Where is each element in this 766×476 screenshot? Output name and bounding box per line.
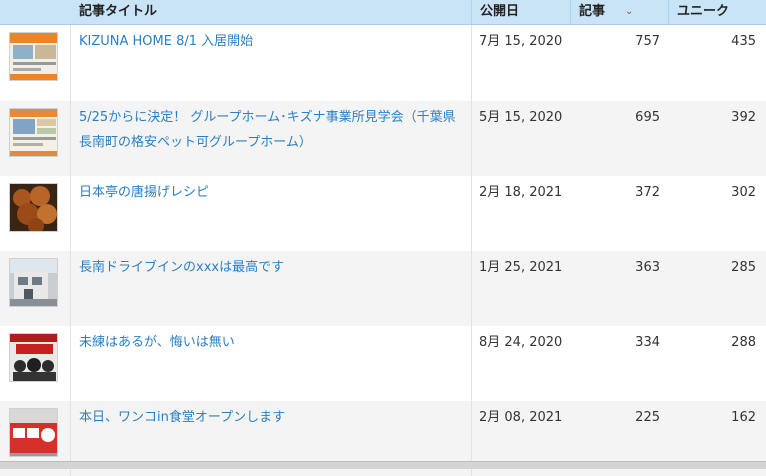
unique-count: 285: [731, 260, 756, 275]
column-header-unique-label: ユニーク: [677, 4, 730, 19]
table-row: KIZUNA HOME 8/1 入居開始 7月 15, 2020 757 435: [0, 25, 766, 101]
publish-date: 8月 24, 2020: [479, 335, 563, 350]
column-header-title[interactable]: 記事タイトル: [79, 0, 157, 24]
article-thumbnail[interactable]: [9, 108, 58, 157]
article-title-link[interactable]: 本日、ワンコin食堂オープンします: [79, 405, 463, 430]
view-count: 225: [635, 410, 660, 425]
unique-count: 162: [731, 410, 756, 425]
article-thumbnail[interactable]: [9, 333, 58, 382]
article-thumbnail[interactable]: [9, 408, 58, 457]
column-header-date-label: 公開日: [480, 4, 520, 19]
article-title-link[interactable]: 日本亭の唐揚げレシピ: [79, 180, 463, 205]
view-count: 695: [635, 110, 660, 125]
article-title-link[interactable]: KIZUNA HOME 8/1 入居開始: [79, 29, 463, 54]
table-header: 記事タイトル 公開日 記事 ⌄ ユニーク: [0, 0, 766, 25]
publish-date: 5月 15, 2020: [479, 110, 563, 125]
view-count: 757: [635, 34, 660, 49]
view-count: 334: [635, 335, 660, 350]
horizontal-scrollbar[interactable]: [0, 461, 766, 469]
publish-date: 1月 25, 2021: [479, 260, 563, 275]
article-thumbnail[interactable]: [9, 32, 58, 81]
article-title-link[interactable]: 未練はあるが、悔いは無い: [79, 330, 463, 355]
table-row: 日本亭の唐揚げレシピ 2月 18, 2021 372 302: [0, 176, 766, 251]
view-count: 372: [635, 185, 660, 200]
publish-date: 2月 08, 2021: [479, 410, 563, 425]
chevron-down-icon[interactable]: ⌄: [625, 0, 633, 24]
table-row: 5/25からに決定！ グループホーム･キズナ事業所見学会（千葉県長南町の格安ペッ…: [0, 101, 766, 176]
article-title-link[interactable]: 長南ドライブインのxxxは最高です: [79, 255, 463, 280]
article-thumbnail[interactable]: [9, 258, 58, 307]
publish-date: 2月 18, 2021: [479, 185, 563, 200]
unique-count: 302: [731, 185, 756, 200]
column-header-views-label: 記事: [579, 4, 606, 19]
unique-count: 288: [731, 335, 756, 350]
table-row: 長南ドライブインのxxxは最高です 1月 25, 2021 363 285: [0, 251, 766, 326]
unique-count: 392: [731, 110, 756, 125]
publish-date: 7月 15, 2020: [479, 34, 563, 49]
column-header-date[interactable]: 公開日: [471, 0, 571, 24]
article-title-link[interactable]: 5/25からに決定！ グループホーム･キズナ事業所見学会（千葉県長南町の格安ペッ…: [79, 105, 463, 155]
column-header-views[interactable]: 記事 ⌄: [570, 0, 668, 24]
unique-count: 435: [731, 34, 756, 49]
table-body: KIZUNA HOME 8/1 入居開始 7月 15, 2020 757 435: [0, 25, 766, 476]
view-count: 363: [635, 260, 660, 275]
column-header-unique[interactable]: ユニーク: [668, 0, 766, 24]
article-thumbnail[interactable]: [9, 183, 58, 232]
stats-table: 記事タイトル 公開日 記事 ⌄ ユニーク KIZUNA HOME 8/1 入居開始…: [0, 0, 766, 476]
table-row: 未練はあるが、悔いは無い 8月 24, 2020 334 288: [0, 326, 766, 401]
